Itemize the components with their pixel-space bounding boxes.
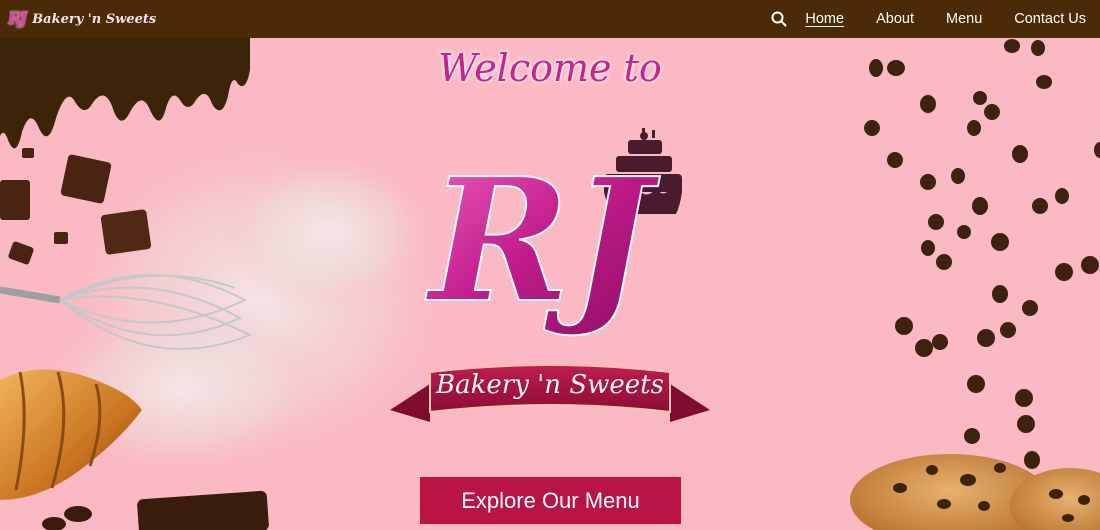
search-icon [771, 11, 787, 27]
nav-link-contact-us[interactable]: Contact Us [1014, 11, 1086, 27]
nav-link-home[interactable]: Home [805, 11, 844, 27]
logo-banner-text: Bakery 'n Sweets [436, 370, 664, 400]
brand-logo-link[interactable]: RJ Bakery 'n Sweets [8, 5, 156, 33]
nav-link-about[interactable]: About [876, 11, 914, 27]
explore-menu-button[interactable]: Explore Our Menu [420, 477, 681, 524]
brand-name: Bakery 'n Sweets [32, 11, 157, 27]
nav-link-menu[interactable]: Menu [946, 11, 982, 27]
nav-links: Home About Menu Contact Us [769, 0, 1100, 38]
top-navbar: RJ Bakery 'n Sweets Home About Menu Cont… [0, 0, 1100, 38]
bakery-logo: RJ [390, 128, 710, 422]
search-button[interactable] [769, 9, 789, 29]
brand-monogram: RJ [8, 9, 27, 29]
logo-monogram: RJ [425, 141, 660, 341]
